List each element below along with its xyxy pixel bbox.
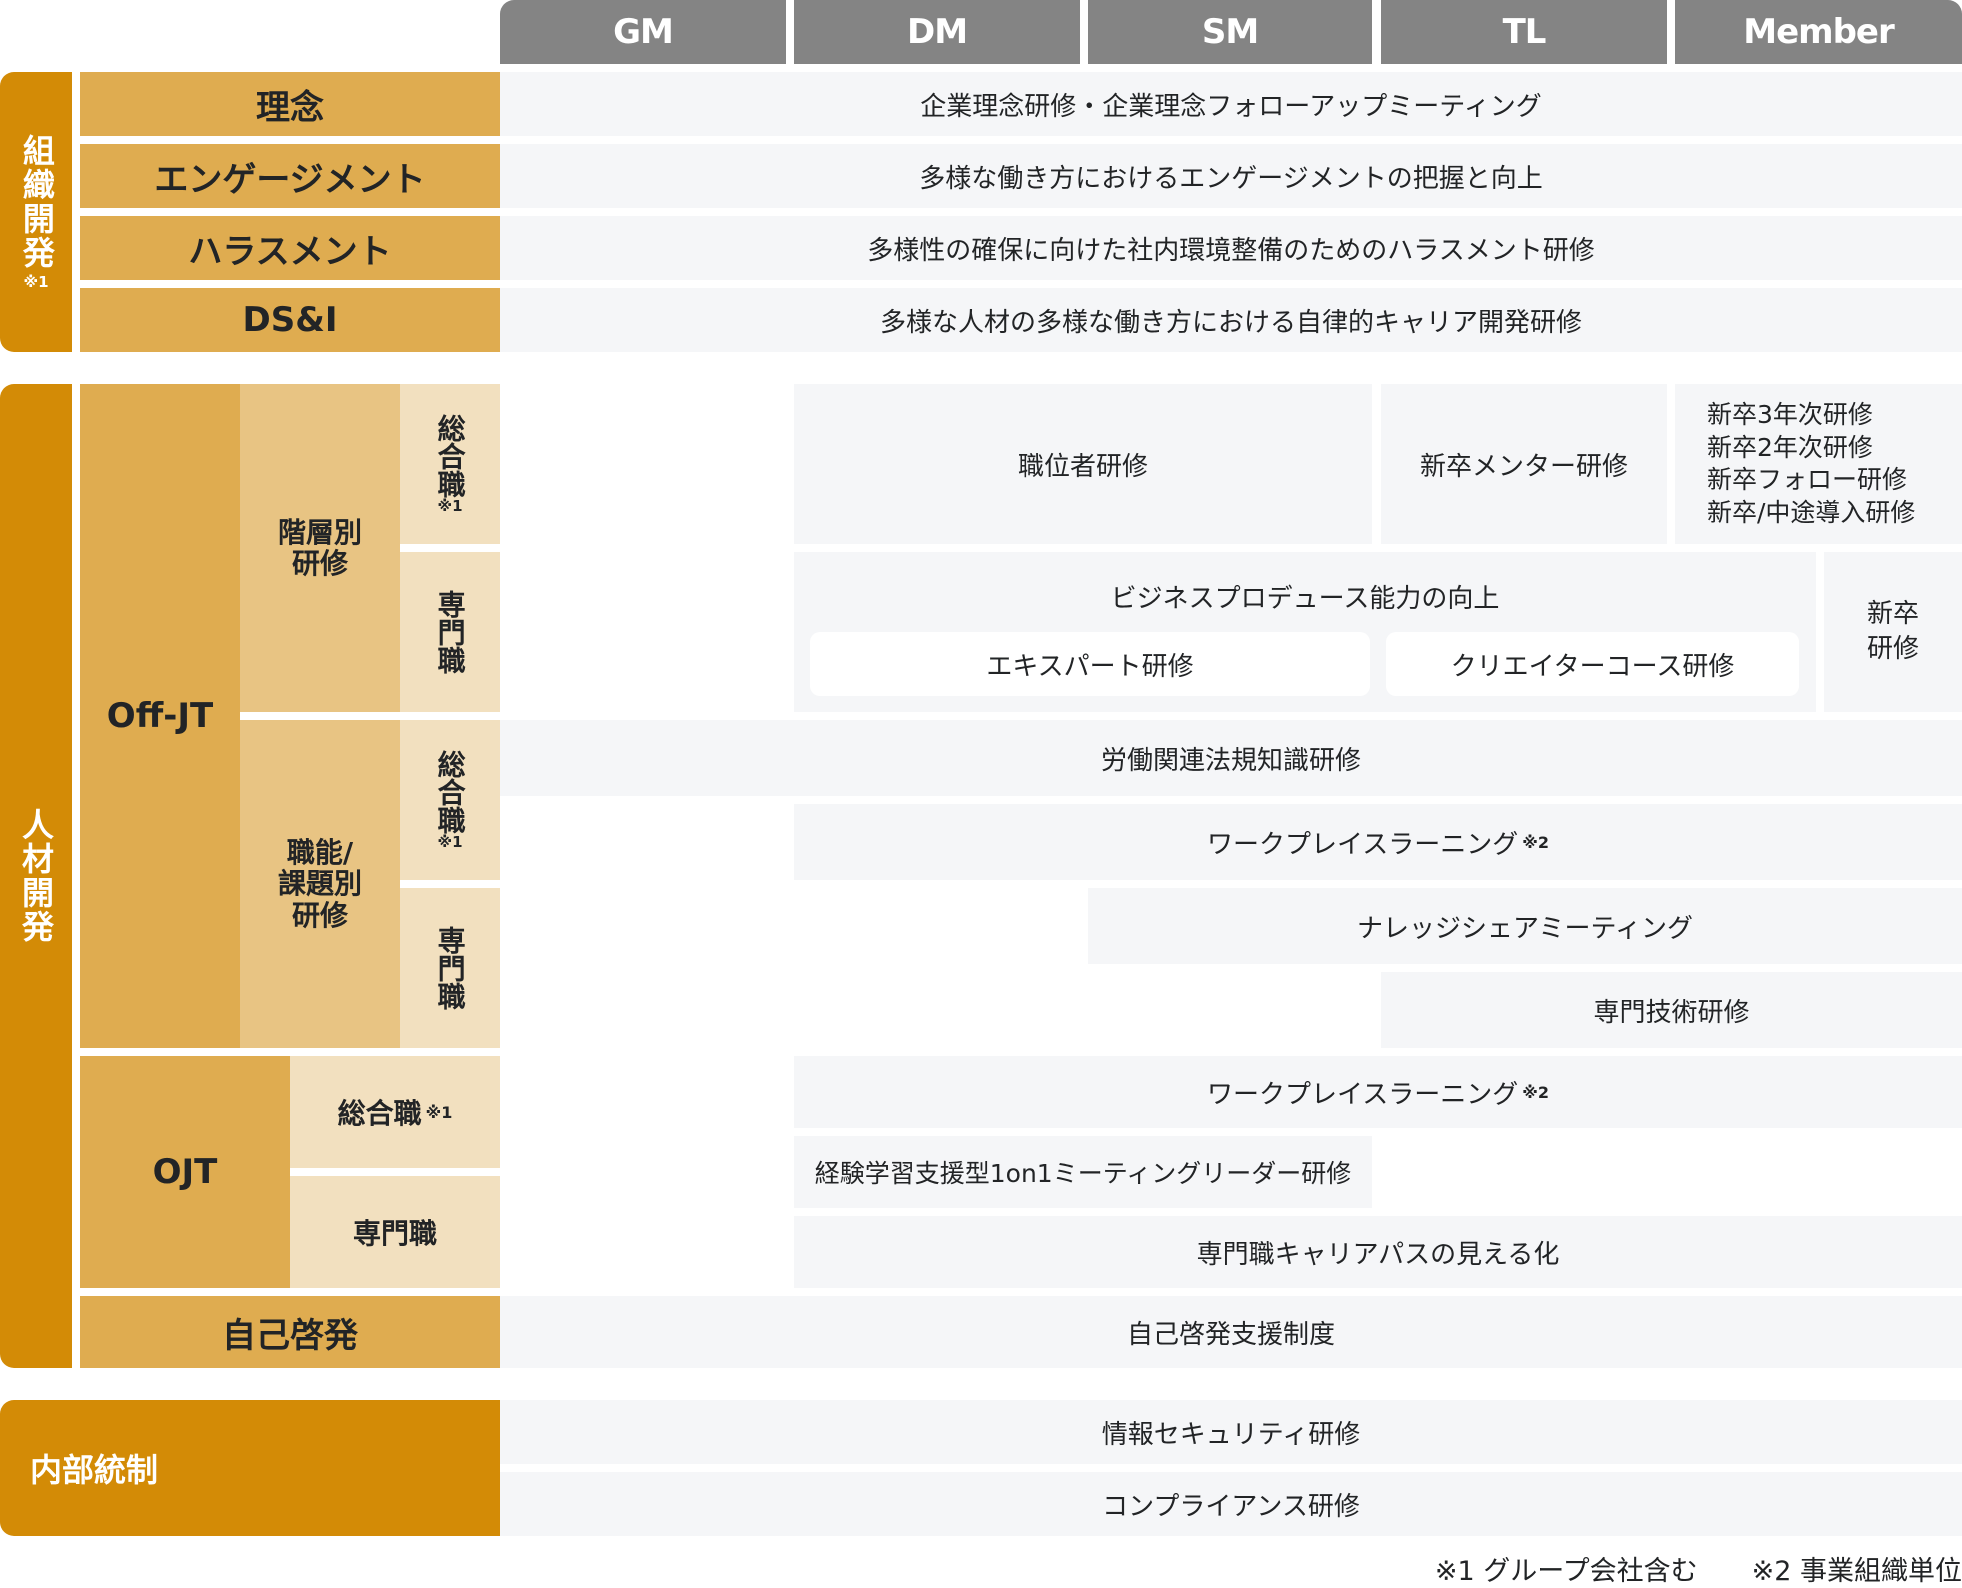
- one-on-one-leader-training: 経験学習支援型1on1ミーティングリーダー研修: [794, 1136, 1372, 1208]
- function-specialist-text: 専門職: [433, 926, 467, 1010]
- newgrad-training-list: 新卒3年次研修 新卒2年次研修 新卒フォロー研修 新卒/中途導入研修: [1675, 384, 1962, 544]
- footnotes: ※1 グループ会社含む ※2 事業組織単位: [1300, 1548, 1962, 1588]
- labor-law-training: 労働関連法規知識研修: [500, 720, 1962, 796]
- section-org-dev-label: 組織開発: [17, 133, 56, 270]
- ojt-general-text: 総合職: [337, 1097, 422, 1130]
- function-general-note: ※1: [437, 832, 463, 851]
- workplace-learning-ojt-note: ※2: [1522, 1082, 1549, 1102]
- hierarchy-specialist-label: 専門職: [400, 552, 500, 712]
- hierarchy-label-line1: 階層別: [277, 515, 362, 549]
- org-row-content-dsi: 多様な人材の多様な働き方における自律的キャリア開発研修: [500, 288, 1962, 352]
- newgrad-item: 新卒/中途導入研修: [1707, 497, 1916, 527]
- info-security-training: 情報セキュリティ研修: [500, 1400, 1962, 1464]
- workplace-learning-ojt: ワークプレイスラーニング ※2: [794, 1056, 1962, 1128]
- position-training: 職位者研修: [794, 384, 1372, 544]
- function-label-line3: 研修: [291, 898, 348, 932]
- newgrad-item: 新卒2年次研修: [1707, 432, 1873, 462]
- hierarchy-general-label: 総合職 ※1: [400, 384, 500, 544]
- org-row-label-engagement: エンゲージメント: [80, 144, 500, 208]
- function-specialist-label: 専門職: [400, 888, 500, 1048]
- ojt-general-note: ※1: [425, 1102, 453, 1122]
- workplace-learning-offjt-text: ワークプレイスラーニング: [1207, 829, 1519, 860]
- tech-training: 専門技術研修: [1381, 972, 1962, 1048]
- knowledge-share-meeting: ナレッジシェアミーティング: [1088, 888, 1962, 964]
- newgrad-item: 新卒3年次研修: [1707, 400, 1873, 429]
- expert-training: エキスパート研修: [810, 632, 1370, 696]
- hierarchy-training-label: 階層別 研修: [240, 384, 400, 712]
- compliance-training: コンプライアンス研修: [500, 1472, 1962, 1536]
- header-member: Member: [1675, 0, 1962, 64]
- footnote-1: ※1 グループ会社含む: [1434, 1555, 1698, 1587]
- newgrad-training-line1: 新卒: [1866, 598, 1919, 629]
- career-path-visualization: 専門職キャリアパスの見える化: [794, 1216, 1962, 1288]
- hierarchy-specialist-text: 専門職: [433, 590, 467, 674]
- hierarchy-general-text: 総合職: [433, 413, 467, 498]
- newgrad-training-line2: 研修: [1866, 634, 1919, 664]
- function-general-label: 総合職 ※1: [400, 720, 500, 880]
- ojt-label: OJT: [80, 1056, 290, 1288]
- hierarchy-label-line2: 研修: [291, 547, 348, 580]
- newgrad-item: 新卒フォロー研修: [1707, 465, 1908, 494]
- self-dev-support: 自己啓発支援制度: [500, 1296, 1962, 1368]
- footnote-2: ※2 事業組織単位: [1751, 1555, 1962, 1587]
- creator-training: クリエイターコース研修: [1386, 632, 1799, 696]
- business-produce-title: ビジネスプロデュース能力の向上: [1110, 584, 1500, 614]
- workplace-learning-offjt: ワークプレイスラーニング ※2: [794, 804, 1962, 880]
- workplace-learning-ojt-text: ワークプレイスラーニング: [1207, 1079, 1519, 1110]
- org-row-label-philosophy: 理念: [80, 72, 500, 136]
- self-dev-label: 自己啓発: [80, 1296, 500, 1368]
- header-dm: DM: [794, 0, 1080, 64]
- header-sm: SM: [1088, 0, 1372, 64]
- function-label-line2: 課題別: [277, 867, 362, 901]
- internal-control-label: 内部統制: [0, 1400, 500, 1536]
- org-row-content-engagement: 多様な働き方におけるエンゲージメントの把握と向上: [500, 144, 1962, 208]
- header-tl: TL: [1381, 0, 1667, 64]
- off-jt-label: Off-JT: [80, 384, 240, 1048]
- section-org-dev-note: ※1: [23, 272, 49, 291]
- section-hr-dev-label: 人材開発: [17, 808, 55, 944]
- function-general-text: 総合職: [433, 749, 467, 834]
- org-row-label-dsi: DS&I: [80, 288, 500, 352]
- function-label-line1: 職能/: [286, 835, 354, 869]
- mentor-training: 新卒メンター研修: [1381, 384, 1667, 544]
- section-hr-dev: 人材開発: [0, 384, 72, 1368]
- header-gm: GM: [500, 0, 786, 64]
- ojt-specialist-label: 専門職: [290, 1176, 500, 1288]
- org-row-content-harassment: 多様性の確保に向けた社内環境整備のためのハラスメント研修: [500, 216, 1962, 280]
- newgrad-training: 新卒 研修: [1824, 552, 1962, 712]
- hierarchy-general-note: ※1: [437, 496, 463, 515]
- section-org-dev: 組織開発 ※1: [0, 72, 72, 352]
- workplace-learning-offjt-note: ※2: [1522, 832, 1549, 852]
- org-row-label-harassment: ハラスメント: [80, 216, 500, 280]
- ojt-general-label: 総合職 ※1: [290, 1056, 500, 1168]
- function-training-label: 職能/ 課題別 研修: [240, 720, 400, 1048]
- org-row-content-philosophy: 企業理念研修・企業理念フォローアップミーティング: [500, 72, 1962, 136]
